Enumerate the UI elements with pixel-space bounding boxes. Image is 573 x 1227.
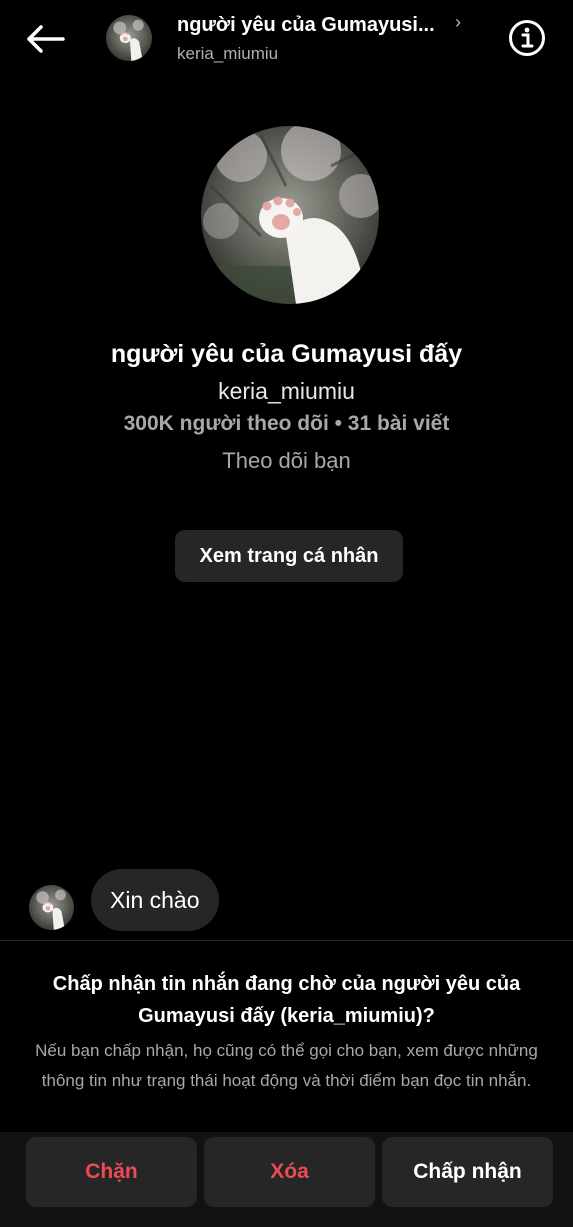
avatar[interactable] [106, 15, 152, 61]
info-icon [509, 20, 545, 56]
info-button[interactable] [508, 19, 546, 57]
chevron-right-icon[interactable]: › [455, 12, 461, 33]
sender-avatar[interactable] [29, 885, 74, 930]
cat-paw-profile-image [201, 126, 379, 304]
request-title-prefix: Chấp nhận tin nhắn đang chờ của [52, 973, 382, 995]
cat-paw-avatar-image [29, 885, 74, 930]
arrow-left-icon [27, 25, 65, 53]
accept-button[interactable]: Chấp nhận [382, 1137, 553, 1207]
request-title-suffix: ? [422, 1005, 435, 1027]
back-button[interactable] [22, 18, 68, 60]
block-button[interactable]: Chặn [26, 1137, 197, 1207]
request-title: Chấp nhận tin nhắn đang chờ của người yê… [30, 968, 543, 1032]
conversation-username: keria_miumiu [177, 44, 279, 63]
message-bubble[interactable]: Xin chào [91, 869, 219, 931]
profile-name: người yêu của Gumayusi đấy [110, 340, 463, 368]
divider [0, 940, 573, 941]
profile-stats: 300K người theo dõi • 31 bài viết [123, 412, 450, 435]
profile-username: keria_miumiu [218, 378, 355, 404]
request-description: Nếu bạn chấp nhận, họ cũng có thể gọi ch… [35, 1041, 538, 1090]
delete-button[interactable]: Xóa [204, 1137, 375, 1207]
profile-avatar[interactable] [201, 126, 379, 304]
view-profile-button[interactable]: Xem trang cá nhân [175, 530, 403, 582]
chat-header: người yêu của Gumayusi... › keria_miumiu [0, 0, 573, 80]
cat-paw-avatar-image [106, 15, 152, 61]
follow-status: Theo dõi bạn [222, 448, 351, 473]
conversation-title[interactable]: người yêu của Gumayusi... [177, 14, 435, 37]
